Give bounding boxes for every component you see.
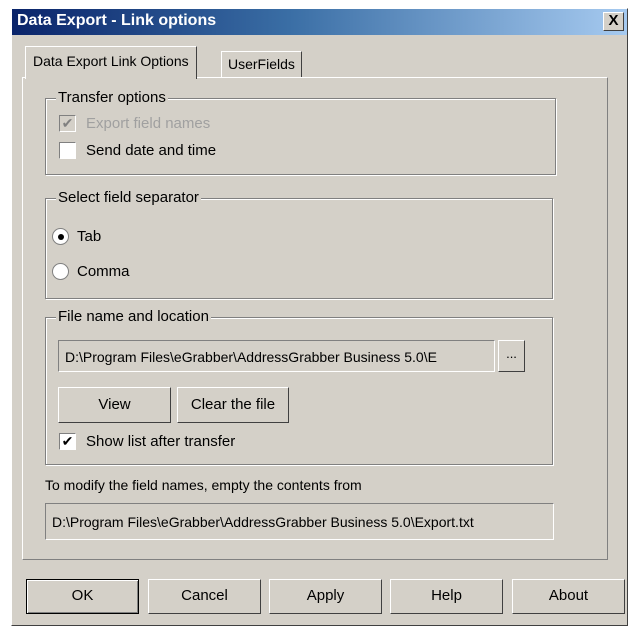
tab-label: Data Export Link Options	[33, 53, 189, 69]
export-field-names-checkbox[interactable]: ✔	[59, 115, 76, 132]
file-path-field[interactable]: D:\Program Files\eGrabber\AddressGrabber…	[58, 340, 495, 372]
send-date-time-label: Send date and time	[86, 142, 217, 159]
ok-button[interactable]: OK	[26, 579, 139, 614]
export-path-field: D:\Program Files\eGrabber\AddressGrabber…	[45, 503, 554, 540]
check-icon: ✔	[61, 115, 74, 131]
show-list-label: Show list after transfer	[86, 433, 236, 450]
tab-radio[interactable]	[52, 228, 69, 245]
tab-data-export-link-options[interactable]: Data Export Link Options	[25, 46, 197, 79]
send-date-time-checkbox[interactable]	[59, 142, 76, 159]
tab-label: UserFields	[228, 56, 295, 72]
field-separator-group	[45, 198, 553, 299]
comma-radio-label: Comma	[77, 263, 130, 280]
tab-userfields[interactable]: UserFields	[221, 51, 302, 77]
file-location-legend: File name and location	[56, 308, 211, 325]
field-separator-legend: Select field separator	[56, 189, 201, 206]
close-icon: X	[608, 12, 619, 29]
check-icon: ✔	[61, 433, 74, 449]
close-button[interactable]: X	[603, 12, 624, 31]
show-list-checkbox[interactable]: ✔	[59, 433, 76, 450]
window-title: Data Export - Link options	[17, 12, 217, 29]
tab-radio-label: Tab	[77, 228, 102, 245]
clear-file-button[interactable]: Clear the file	[177, 387, 289, 423]
modify-note: To modify the field names, empty the con…	[45, 477, 362, 493]
browse-button[interactable]: ...	[498, 340, 525, 372]
help-button[interactable]: Help	[390, 579, 503, 614]
transfer-options-legend: Transfer options	[56, 89, 168, 106]
view-button[interactable]: View	[58, 387, 171, 423]
export-field-names-label: Export field names	[86, 115, 211, 132]
radio-selected-dot	[58, 234, 64, 240]
cancel-button[interactable]: Cancel	[148, 579, 261, 614]
transfer-options-group	[45, 98, 556, 175]
about-button[interactable]: About	[512, 579, 625, 614]
apply-button[interactable]: Apply	[269, 579, 382, 614]
comma-radio[interactable]	[52, 263, 69, 280]
